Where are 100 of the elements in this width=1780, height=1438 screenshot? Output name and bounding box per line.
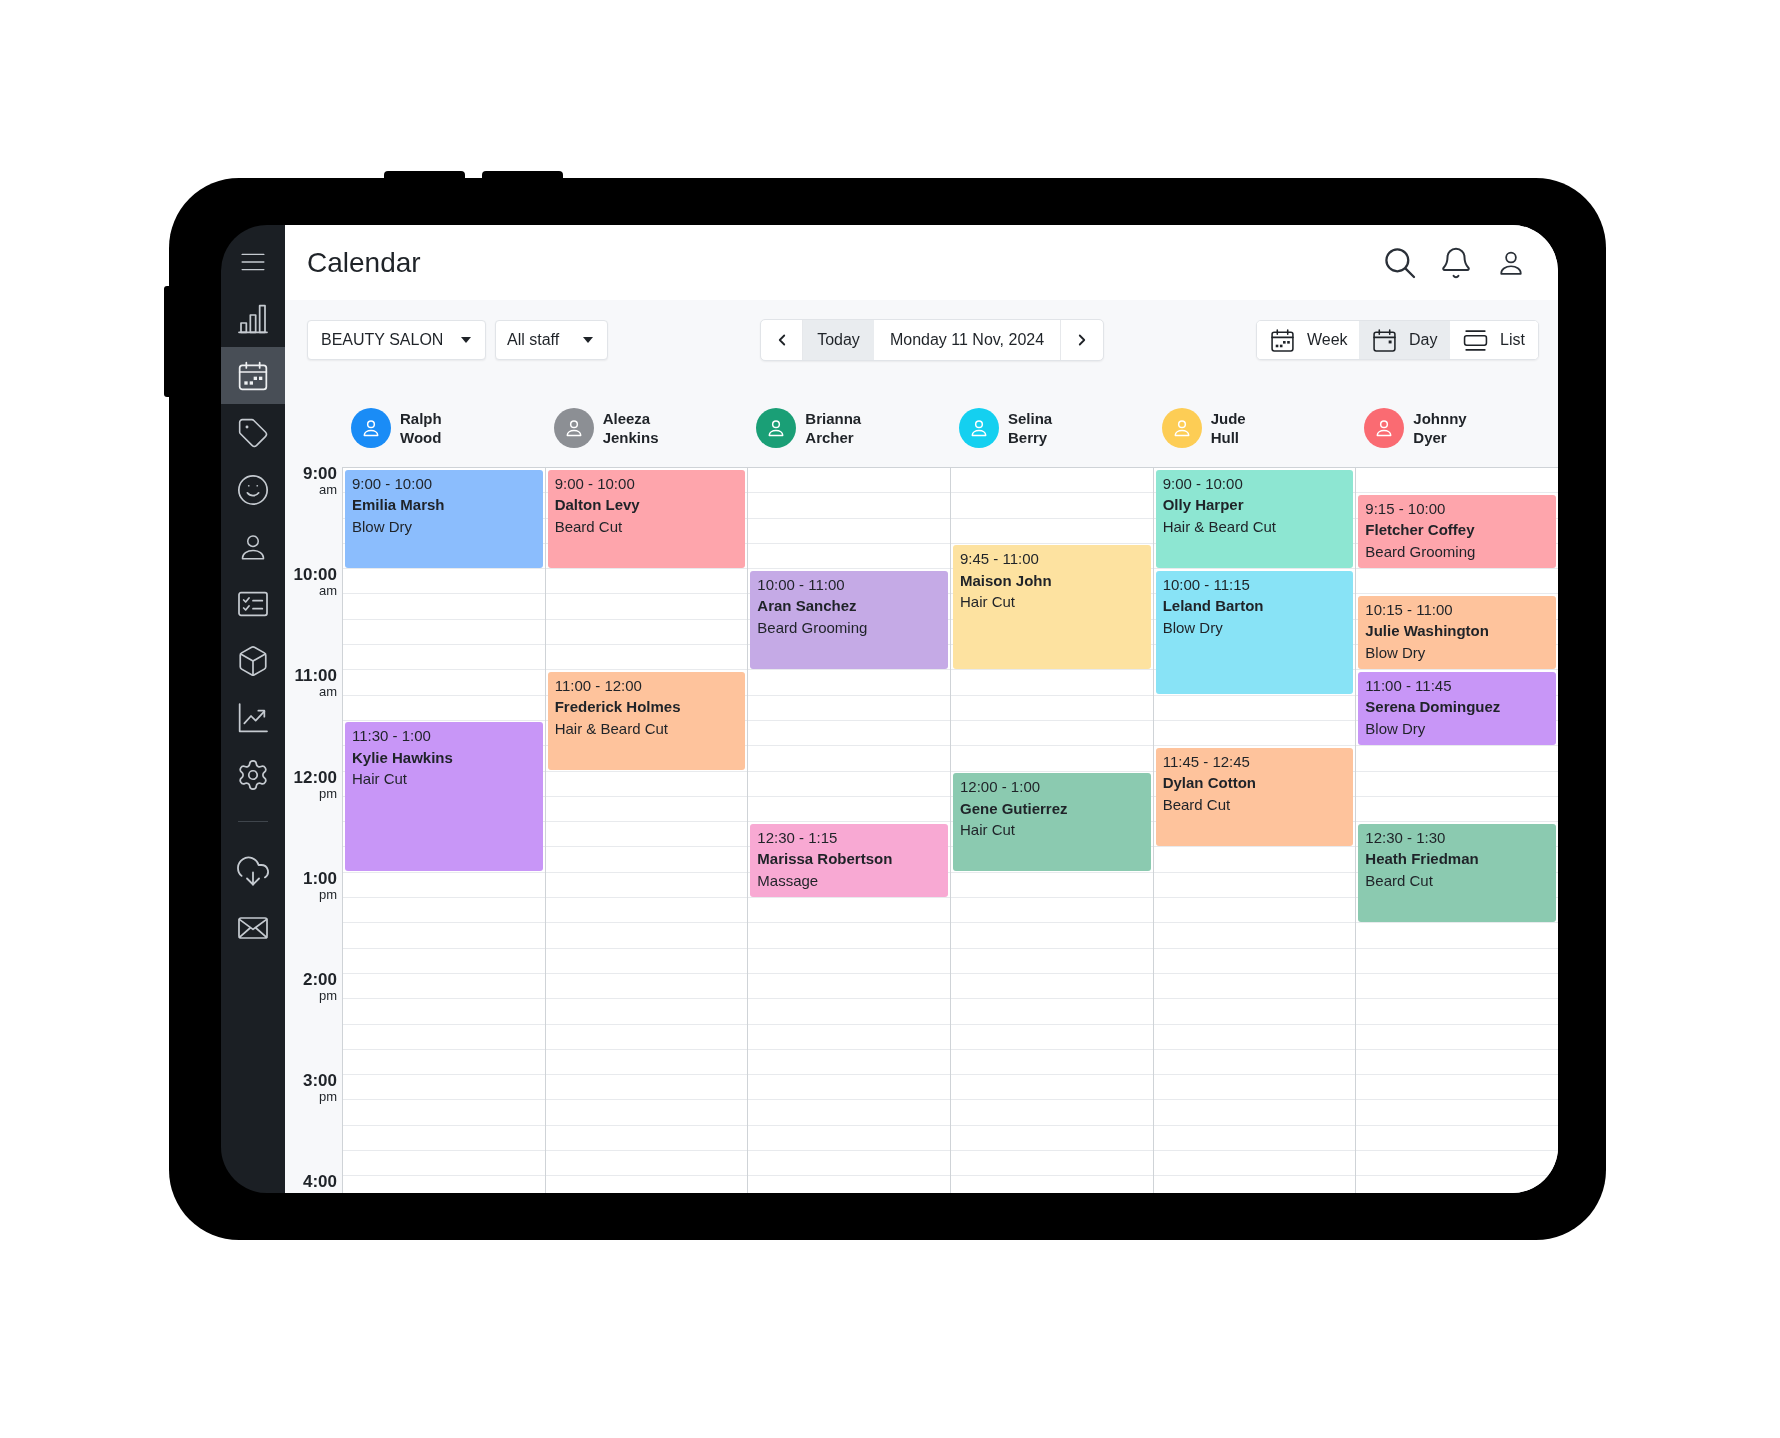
today-button[interactable]: Today <box>803 320 874 360</box>
week-calendar-icon <box>1270 327 1295 353</box>
appointment-time: 9:15 - 10:00 <box>1365 498 1446 519</box>
client-name: Dylan Cotton <box>1162 773 1256 794</box>
service-name: Hair Cut <box>960 592 1015 613</box>
cube-icon <box>236 643 270 678</box>
staff-dropdown[interactable]: All staff <box>495 320 608 360</box>
appointment-card[interactable]: 11:45 - 12:45 Dylan Cotton Beard Cut <box>1155 747 1354 846</box>
appointment-card[interactable]: 11:00 - 11:45 Serena Dominguez Blow Dry <box>1358 671 1556 745</box>
appointment-time: 10:15 - 11:00 <box>1365 600 1453 620</box>
location-dropdown[interactable]: BEAUTY SALON <box>307 320 486 360</box>
appointment-time: 9:00 - 10:00 <box>554 473 635 494</box>
appointment-time: 10:00 - 11:00 <box>757 574 845 595</box>
time-label: 2:00 <box>302 970 337 989</box>
tag-icon <box>237 416 269 449</box>
client-name: Dalton Levy <box>554 495 640 515</box>
time-label: 11:00 <box>294 667 337 686</box>
appointment-card[interactable]: 9:00 - 10:00 Dalton Levy Beard Cut <box>547 469 746 568</box>
client-name: Serena Dominguez <box>1365 697 1501 718</box>
calendar-icon <box>237 359 269 392</box>
staff-name: Aleeza Jenkins <box>602 409 659 447</box>
appointment-time: 12:30 - 1:30 <box>1365 827 1446 848</box>
service-name: Beard Grooming <box>757 617 868 638</box>
settings-icon <box>236 757 270 792</box>
meridiem-label: pm <box>318 1090 337 1104</box>
staff-name: Johnny Dyer <box>1413 409 1467 447</box>
notifications-button[interactable] <box>1439 245 1473 280</box>
appointment-time: 10:00 - 11:15 <box>1162 574 1250 595</box>
service-name: Blow Dry <box>1365 718 1426 739</box>
list-icon <box>1463 327 1488 353</box>
appointment-card[interactable]: 10:15 - 11:00 Julie Washington Blow Dry <box>1358 596 1556 669</box>
client-name: Frederick Holmes <box>554 697 681 718</box>
search-icon <box>1384 246 1416 279</box>
appointment-card[interactable]: 12:30 - 1:15 Marissa Robertson Massage <box>750 823 948 897</box>
staff-name: Brianna Archer <box>805 409 862 447</box>
service-name: Blow Dry <box>1365 643 1426 663</box>
appointment-time: 11:30 - 1:00 <box>352 726 431 747</box>
service-name: Hair & Beard Cut <box>554 718 669 739</box>
bell-icon <box>1439 245 1473 280</box>
client-name: Emilia Marsh <box>352 495 445 515</box>
appointment-card[interactable]: 9:00 - 10:00 Emilia Marsh Blow Dry <box>345 469 543 568</box>
caret-icon <box>583 337 593 343</box>
meridiem-label: am <box>318 483 337 496</box>
appointment-card[interactable]: 12:00 - 1:00 Gene Gutierrez Hair Cut <box>953 773 1151 872</box>
service-name: Hair Cut <box>960 820 1015 841</box>
view-tab[interactable]: List <box>1450 321 1538 359</box>
service-name: Blow Dry <box>352 516 412 537</box>
client-name: Marissa Robertson <box>757 849 893 870</box>
view-tab[interactable]: Day <box>1359 321 1450 359</box>
appointment-time: 9:00 - 10:00 <box>352 473 433 494</box>
appointment-card[interactable]: 9:45 - 11:00 Maison John Hair Cut <box>953 545 1151 669</box>
smiley-icon <box>236 472 270 507</box>
appointment-card[interactable]: 10:00 - 11:15 Leland Barton Blow Dry <box>1155 570 1354 695</box>
client-name: Gene Gutierrez <box>960 798 1068 819</box>
appointment-card[interactable]: 9:15 - 10:00 Fletcher Coffey Beard Grooming <box>1358 494 1556 568</box>
bar-chart-icon <box>237 302 269 335</box>
time-label: 1:00 <box>302 869 337 888</box>
caret-icon <box>461 337 471 343</box>
time-label: 10:00 <box>293 566 337 585</box>
date-button[interactable]: Monday 11 Nov, 2024 <box>874 320 1061 360</box>
appointment-card[interactable]: 11:30 - 1:00 Kylie Hawkins Hair Cut <box>345 722 543 872</box>
service-name: Blow Dry <box>1162 617 1223 638</box>
staff-name: Jude Hull <box>1210 409 1246 447</box>
appointment-time: 11:00 - 11:45 <box>1365 675 1452 696</box>
time-label: 9:00 <box>302 465 337 483</box>
meridiem-label: am <box>318 584 337 598</box>
user-icon <box>239 532 267 561</box>
day-calendar-icon <box>1372 327 1397 353</box>
client-name: Olly Harper <box>1162 495 1244 515</box>
time-label: 4:00 <box>302 1173 337 1192</box>
appointment-time: 11:00 - 12:00 <box>554 675 642 696</box>
appointment-card[interactable]: 9:00 - 10:00 Olly Harper Hair & Beard Cut <box>1155 469 1354 568</box>
client-name: Maison John <box>960 570 1052 591</box>
appointment-card[interactable]: 11:00 - 12:00 Frederick Holmes Hair & Beard Cut <box>547 671 746 771</box>
view-tab[interactable]: Week <box>1257 321 1359 359</box>
service-name: Beard Cut <box>1162 794 1231 815</box>
user-icon <box>1498 249 1524 276</box>
appointment-time: 12:30 - 1:15 <box>757 827 838 848</box>
appointment-time: 12:00 - 1:00 <box>960 777 1041 798</box>
client-name: Julie Washington <box>1365 621 1489 642</box>
page-title: Calendar <box>307 245 421 280</box>
time-label: 12:00 <box>293 768 337 787</box>
service-name: Massage <box>757 870 819 891</box>
service-name: Beard Cut <box>554 516 623 537</box>
time-label: 3:00 <box>302 1072 337 1091</box>
sidebar-item[interactable] <box>221 347 285 404</box>
search-button[interactable] <box>1383 245 1417 280</box>
line-chart-icon <box>237 701 269 734</box>
appointment-card[interactable]: 12:30 - 1:30 Heath Friedman Beard Cut <box>1358 823 1556 922</box>
appointment-card[interactable]: 10:00 - 11:00 Aran Sanchez Beard Grooming <box>750 570 948 669</box>
staff-name: Selina Berry <box>1008 409 1053 447</box>
meridiem-label: am <box>318 685 337 699</box>
client-name: Heath Friedman <box>1365 849 1479 870</box>
client-name: Kylie Hawkins <box>352 747 453 768</box>
meridiem-label: pm <box>318 988 337 1002</box>
service-name: Hair & Beard Cut <box>1162 516 1277 537</box>
appointment-time: 9:00 - 10:00 <box>1162 473 1243 494</box>
appointment-time: 9:45 - 11:00 <box>960 549 1039 570</box>
meridiem-label: pm <box>318 887 337 901</box>
client-name: Leland Barton <box>1162 596 1264 617</box>
